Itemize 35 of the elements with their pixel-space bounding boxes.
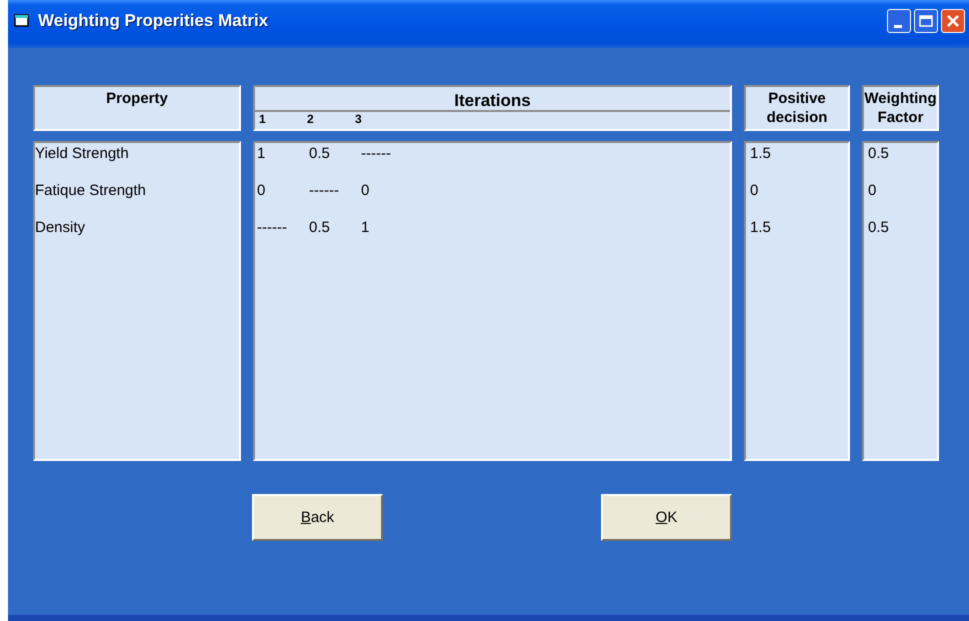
back-button[interactable]: Back xyxy=(252,494,383,541)
minimize-button[interactable] xyxy=(887,9,911,33)
positive-decision-value: 1.5 xyxy=(749,144,772,164)
iterations-title: Iterations xyxy=(255,90,730,112)
ok-button[interactable]: OK xyxy=(601,494,732,541)
maximize-button[interactable] xyxy=(914,9,938,33)
weighting-factor-value: 0.5 xyxy=(867,144,890,164)
close-button[interactable] xyxy=(941,9,965,33)
window-icon xyxy=(14,14,30,28)
property-header: Property xyxy=(33,85,241,131)
iteration-number: 2 xyxy=(307,112,315,126)
iteration-value: 1 xyxy=(257,144,266,164)
property-name: Density xyxy=(35,218,86,238)
positive-decision-header: Positive decision xyxy=(744,85,850,131)
weighting-factor-value: 0.5 xyxy=(867,218,890,238)
iteration-value: ------ xyxy=(257,218,288,238)
property-name: Fatique Strength xyxy=(35,181,147,201)
iteration-value: 0.5 xyxy=(309,144,331,164)
close-icon xyxy=(947,15,959,27)
positive-decision-value: 0 xyxy=(749,181,760,201)
iteration-value: 0.5 xyxy=(309,218,331,238)
iteration-value: 1 xyxy=(361,218,370,238)
property-name: Yield Strength xyxy=(35,144,130,164)
iteration-number: 3 xyxy=(355,112,362,126)
iteration-number: 1 xyxy=(259,112,267,126)
weighting-factor-value: 0 xyxy=(867,181,878,201)
iteration-value: ------ xyxy=(361,144,392,164)
iteration-value: ------ xyxy=(309,181,340,201)
iteration-value: 0 xyxy=(257,181,266,201)
iteration-value: 0 xyxy=(361,181,370,201)
minimize-icon xyxy=(894,24,902,28)
positive-decision-value: 1.5 xyxy=(749,218,772,238)
weighting-factor-header: Weighting Factor xyxy=(862,85,939,131)
window-title: Weighting Properities Matrix xyxy=(38,11,270,31)
maximize-icon xyxy=(919,15,933,27)
